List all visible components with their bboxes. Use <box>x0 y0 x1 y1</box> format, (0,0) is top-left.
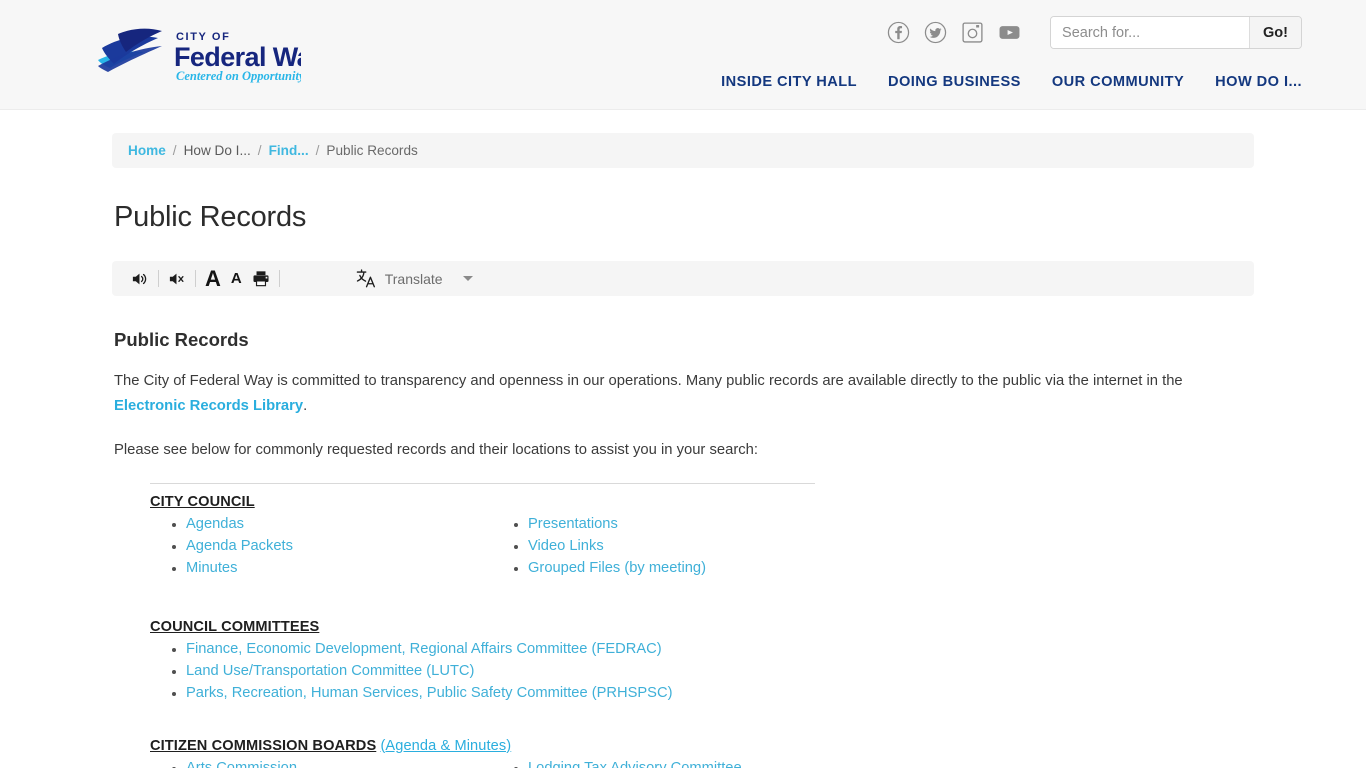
printer-icon <box>253 271 269 287</box>
section-divider <box>150 483 815 485</box>
section-heading-council-committees: COUNCIL COMMITTEES <box>150 619 1254 635</box>
toolbar-divider <box>195 270 196 287</box>
link-lodging-tax-advisory-committee[interactable]: Lodging Tax Advisory Committee <box>528 760 742 768</box>
youtube-icon[interactable] <box>998 21 1021 44</box>
list-item: Parks, Recreation, Human Services, Publi… <box>172 683 1254 704</box>
article-heading: Public Records <box>114 329 249 350</box>
list-item: Finance, Economic Development, Regional … <box>172 639 1254 660</box>
decrease-font-size-button[interactable]: A <box>226 266 247 292</box>
section-heading-city-council: CITY COUNCIL <box>150 494 1254 510</box>
site-header: CITY OF Federal Way Centered on Opportun… <box>0 0 1366 110</box>
electronic-records-library-link[interactable]: Electronic Records Library <box>114 398 303 414</box>
twitter-icon[interactable] <box>924 21 947 44</box>
link-video-links[interactable]: Video Links <box>528 538 604 554</box>
list-item: Agenda Packets <box>172 536 492 557</box>
translate-label: Translate <box>384 270 443 287</box>
svg-text:Centered on Opportunity: Centered on Opportunity <box>176 69 301 83</box>
facebook-icon[interactable] <box>887 21 910 44</box>
site-logo[interactable]: CITY OF Federal Way Centered on Opportun… <box>96 26 301 84</box>
print-button[interactable] <box>247 266 275 292</box>
breadcrumb-separator: / <box>315 143 320 158</box>
federal-way-logo-graphic: CITY OF Federal Way Centered on Opportun… <box>98 28 301 83</box>
council-committees-list: Finance, Economic Development, Regional … <box>150 639 1254 704</box>
paragraph-1-text-before: The City of Federal Way is committed to … <box>114 373 1183 389</box>
link-agendas[interactable]: Agendas <box>186 516 244 532</box>
city-council-left-list: Agendas Agenda Packets Minutes <box>150 514 492 579</box>
page-body: Home / How Do I... / Find... / Public Re… <box>0 133 1366 768</box>
stop-listening-button[interactable] <box>163 266 191 292</box>
list-item: Land Use/Transportation Committee (LUTC) <box>172 661 1254 682</box>
translate-widget[interactable]: Translate <box>356 269 473 288</box>
section-city-council: CITY COUNCIL Agendas Agenda Packets Minu… <box>150 494 1254 580</box>
section-citizen-commission-boards: CITIZEN COMMISSION BOARDS (Agenda & Minu… <box>150 738 1254 768</box>
list-item: Minutes <box>172 558 492 579</box>
breadcrumb-item-how-do-i: How Do I... <box>183 143 251 158</box>
list-item: Presentations <box>514 514 832 535</box>
svg-text:Federal Way: Federal Way <box>174 42 301 72</box>
link-fedrac[interactable]: Finance, Economic Development, Regional … <box>186 641 662 657</box>
speaker-mute-icon <box>169 273 184 284</box>
accessibility-toolbar: A A Translate <box>112 261 1254 296</box>
paragraph-1-text-after: . <box>303 398 308 415</box>
breadcrumb-separator: / <box>257 143 262 158</box>
increase-font-label: A <box>205 265 221 291</box>
search-go-button[interactable]: Go! <box>1249 17 1301 48</box>
nav-item-doing-business[interactable]: DOING BUSINESS <box>888 74 1021 90</box>
link-presentations[interactable]: Presentations <box>528 516 618 532</box>
increase-font-size-button[interactable]: A <box>200 266 226 292</box>
translate-icon <box>356 269 375 288</box>
breadcrumb-item-current: Public Records <box>326 143 418 158</box>
breadcrumb: Home / How Do I... / Find... / Public Re… <box>112 133 1254 168</box>
agenda-and-minutes-link[interactable]: (Agenda & Minutes) <box>380 738 511 754</box>
list-item: Lodging Tax Advisory Committee <box>514 758 832 768</box>
decrease-font-label: A <box>230 270 242 287</box>
article-paragraph-2: Please see below for commonly requested … <box>114 441 758 458</box>
section-heading-text: COUNCIL COMMITTEES <box>150 618 320 635</box>
breadcrumb-item-find[interactable]: Find... <box>269 143 309 158</box>
search-input[interactable] <box>1051 17 1250 48</box>
section-heading-text: CITY COUNCIL <box>150 494 255 511</box>
chevron-down-icon[interactable] <box>462 276 473 281</box>
nav-item-our-community[interactable]: OUR COMMUNITY <box>1052 74 1184 90</box>
site-search-form[interactable]: Go! <box>1050 16 1302 49</box>
instagram-icon[interactable] <box>961 21 984 44</box>
main-navigation: INSIDE CITY HALL DOING BUSINESS OUR COMM… <box>721 74 1302 90</box>
link-arts-commission[interactable]: Arts Commission <box>186 760 297 768</box>
nav-item-inside-city-hall[interactable]: INSIDE CITY HALL <box>721 74 857 90</box>
city-council-right-list: Presentations Video Links Grouped Files … <box>492 514 832 579</box>
toolbar-divider <box>278 270 280 287</box>
listen-button[interactable] <box>126 266 154 292</box>
link-prhspsc[interactable]: Parks, Recreation, Human Services, Publi… <box>186 685 672 701</box>
toolbar-divider <box>158 270 159 287</box>
article-paragraph-1: The City of Federal Way is committed to … <box>114 369 1254 420</box>
breadcrumb-item-home[interactable]: Home <box>128 143 166 158</box>
article-content: Public Records The City of Federal Way i… <box>112 329 1254 768</box>
link-grouped-files[interactable]: Grouped Files (by meeting) <box>528 560 706 576</box>
list-item: Arts Commission <box>172 758 492 768</box>
list-item: Video Links <box>514 536 832 557</box>
link-agenda-packets[interactable]: Agenda Packets <box>186 538 293 554</box>
section-council-committees: COUNCIL COMMITTEES Finance, Economic Dev… <box>150 619 1254 704</box>
link-lutc[interactable]: Land Use/Transportation Committee (LUTC) <box>186 663 474 679</box>
speaker-on-icon <box>132 273 147 284</box>
citizen-boards-left-list: Arts Commission Civil Service Commission… <box>150 758 492 768</box>
list-item: Grouped Files (by meeting) <box>514 558 832 579</box>
link-minutes[interactable]: Minutes <box>186 560 237 576</box>
section-heading-citizen-commission-boards: CITIZEN COMMISSION BOARDS (Agenda & Minu… <box>150 738 1254 754</box>
list-item: Agendas <box>172 514 492 535</box>
breadcrumb-separator: / <box>172 143 177 158</box>
page-title: Public Records <box>114 201 307 233</box>
section-heading-text: CITIZEN COMMISSION BOARDS <box>150 737 377 754</box>
nav-item-how-do-i[interactable]: HOW DO I... <box>1215 74 1302 90</box>
citizen-boards-right-list: Lodging Tax Advisory Committee Parks & R… <box>492 758 832 768</box>
social-links <box>887 21 1021 44</box>
